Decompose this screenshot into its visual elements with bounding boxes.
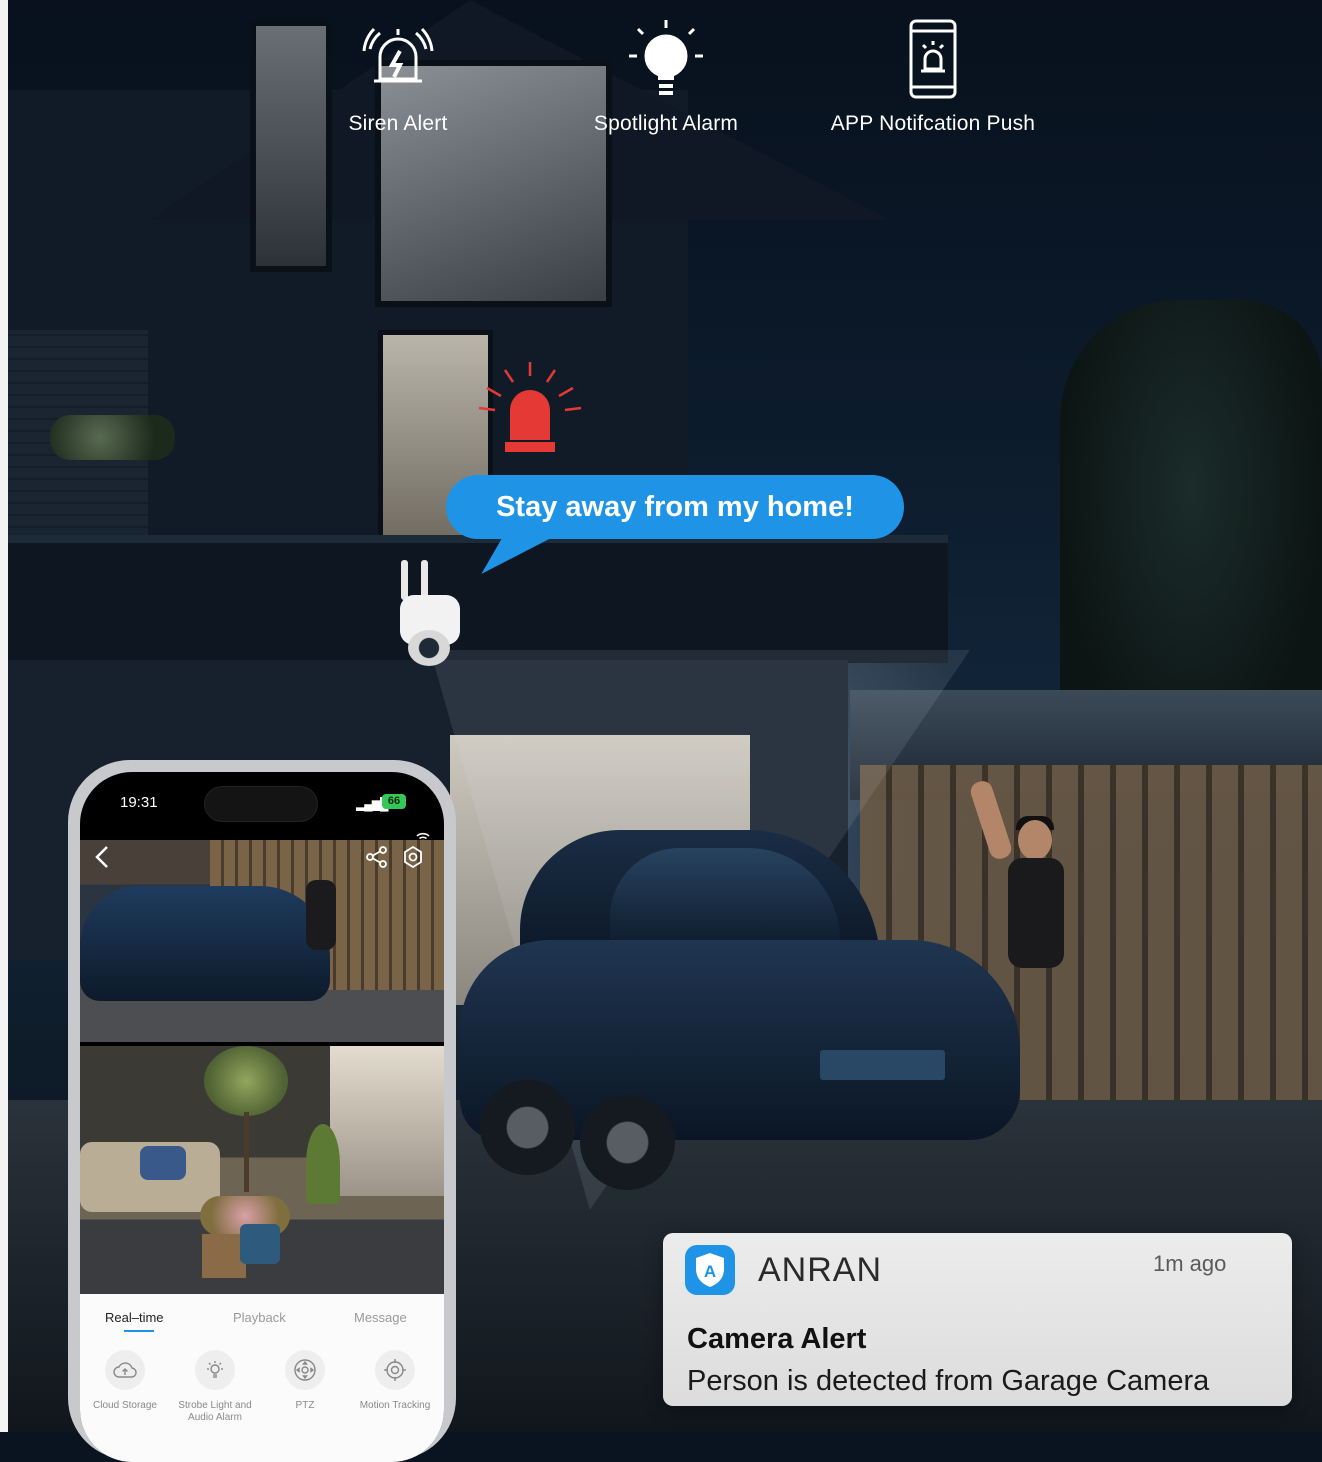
balcony-planter: [50, 415, 175, 460]
camera-antenna: [421, 560, 428, 600]
feed-tree: [204, 1046, 288, 1116]
feature-label: APP Notifcation Push: [830, 112, 1036, 135]
app-control-panel: Real–time Playback Message Cloud Storage: [80, 1294, 444, 1462]
feed-person: [306, 880, 336, 950]
car: [460, 830, 1020, 1190]
feature-siren-alert: Siren Alert: [268, 14, 528, 136]
tool-strobe-light-audio-alarm[interactable]: Strobe Light and Audio Alarm: [170, 1350, 260, 1424]
feed-pillow: [140, 1146, 186, 1180]
smartphone: 19:31 ▂▄▆█ 66 Real–time Playback Message…: [68, 760, 456, 1462]
active-tab-indicator: [124, 1330, 154, 1332]
feature-app-notification-push: APP Notifcation Push: [803, 14, 1063, 136]
tab-real-time[interactable]: Real–time: [105, 1310, 164, 1325]
svg-text:A: A: [704, 1262, 716, 1281]
car-wheel: [480, 1080, 575, 1175]
push-notification[interactable]: A ANRAN 1m ago Camera Alert Person is de…: [663, 1233, 1292, 1406]
tool-label: Cloud Storage: [93, 1400, 157, 1411]
live-feed-patio[interactable]: [80, 1046, 444, 1294]
siren-bell-icon: [268, 14, 528, 104]
tool-ptz[interactable]: PTZ: [260, 1350, 350, 1412]
license-plate: [820, 1050, 945, 1080]
cloud-upload-icon: [105, 1350, 145, 1390]
light-bulb-icon: [195, 1350, 235, 1390]
feature-spotlight-alarm: Spotlight Alarm: [536, 14, 796, 136]
torso: [1008, 858, 1064, 968]
feed-door: [330, 1046, 444, 1196]
feed-toolbar: [80, 840, 444, 876]
light-bulb-icon: [536, 14, 796, 104]
live-feed-garage[interactable]: [80, 840, 444, 1042]
share-icon[interactable]: [366, 846, 388, 868]
target-icon: [375, 1350, 415, 1390]
phone-screen: 19:31 ▂▄▆█ 66 Real–time Playback Message…: [80, 772, 444, 1462]
tab-playback[interactable]: Playback: [233, 1310, 286, 1325]
tab-message[interactable]: Message: [354, 1310, 407, 1325]
status-time: 19:31: [120, 794, 158, 811]
battery-indicator: 66: [382, 794, 406, 809]
feature-label: Spotlight Alarm: [593, 112, 739, 135]
camera-antenna: [401, 560, 408, 600]
feature-label: Siren Alert: [348, 112, 448, 135]
settings-icon[interactable]: [402, 845, 424, 869]
notification-body: Person is detected from Garage Camera: [687, 1365, 1210, 1397]
security-camera: [395, 560, 465, 670]
balcony: [8, 535, 948, 663]
feed-pot: [240, 1224, 280, 1264]
camera-lens: [408, 630, 450, 666]
dynamic-island: [204, 786, 318, 822]
car-wheel: [580, 1095, 675, 1190]
feed-plant: [306, 1124, 340, 1204]
tool-label: PTZ: [295, 1400, 315, 1411]
phone-alarm-icon: [803, 14, 1063, 104]
tool-cloud-storage[interactable]: Cloud Storage: [80, 1350, 170, 1412]
notification-time: 1m ago: [1153, 1251, 1227, 1276]
speech-bubble: Stay away from my home!: [446, 475, 904, 539]
shield-a-icon: A: [685, 1245, 735, 1295]
tool-label: Motion Tracking: [359, 1400, 431, 1411]
feed-car: [80, 886, 330, 1001]
ptz-icon: [285, 1350, 325, 1390]
red-siren-icon: [475, 358, 585, 458]
notification-app-name: ANRAN: [758, 1251, 883, 1289]
image-border: [0, 0, 8, 1432]
chevron-left-icon[interactable]: [94, 844, 110, 877]
tool-motion-tracking[interactable]: Motion Tracking: [350, 1350, 440, 1412]
notification-title: Camera Alert: [687, 1323, 867, 1355]
feed-tree-trunk: [244, 1112, 249, 1192]
tool-label: Strobe Light and Audio Alarm: [178, 1400, 252, 1423]
intruder: [968, 778, 1070, 980]
head: [1018, 820, 1052, 860]
